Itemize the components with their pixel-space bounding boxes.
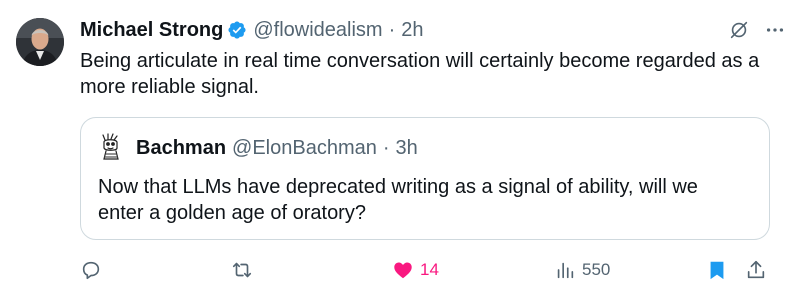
timestamp[interactable]: 2h: [401, 18, 423, 42]
grok-icon[interactable]: [728, 19, 750, 41]
views-count: 550: [582, 260, 611, 279]
repost-button[interactable]: [231, 258, 253, 282]
tweet-actions: 14 550: [80, 258, 780, 282]
bookmark-icon: [706, 259, 728, 281]
tweet-text: Being articulate in real time conversati…: [80, 50, 760, 98]
views-chart-icon: [554, 259, 576, 281]
quoted-tweet[interactable]: Bachman @ElonBachman · 3h Now that LLMs …: [80, 117, 770, 240]
author-handle[interactable]: @flowidealism: [253, 18, 382, 42]
share-button[interactable]: [745, 258, 767, 282]
author-name[interactable]: Michael Strong: [80, 18, 223, 42]
quote-header: Bachman @ElonBachman · 3h: [136, 136, 418, 160]
heart-icon: [392, 259, 414, 281]
verified-badge-icon: [227, 20, 247, 40]
reply-button[interactable]: [80, 258, 102, 282]
dot-separator: ·: [388, 19, 396, 41]
like-count: 14: [420, 260, 439, 279]
more-options-icon[interactable]: [764, 19, 786, 41]
quote-author-handle[interactable]: @ElonBachman: [232, 137, 377, 160]
share-icon: [745, 259, 767, 281]
views-button[interactable]: 550: [554, 258, 610, 282]
quote-author-name[interactable]: Bachman: [136, 137, 226, 160]
like-button[interactable]: 14: [392, 258, 439, 282]
header-actions: [728, 18, 786, 42]
quote-timestamp[interactable]: 3h: [396, 137, 418, 160]
quote-avatar[interactable]: [97, 132, 125, 162]
repost-icon: [231, 259, 253, 281]
reply-icon: [80, 259, 102, 281]
bookmark-button[interactable]: [706, 258, 728, 282]
dot-separator: ·: [382, 136, 390, 159]
quote-text: Now that LLMs have deprecated writing as…: [98, 176, 698, 224]
avatar[interactable]: [16, 18, 64, 66]
tweet-header: Michael Strong @flowidealism · 2h: [80, 18, 786, 42]
